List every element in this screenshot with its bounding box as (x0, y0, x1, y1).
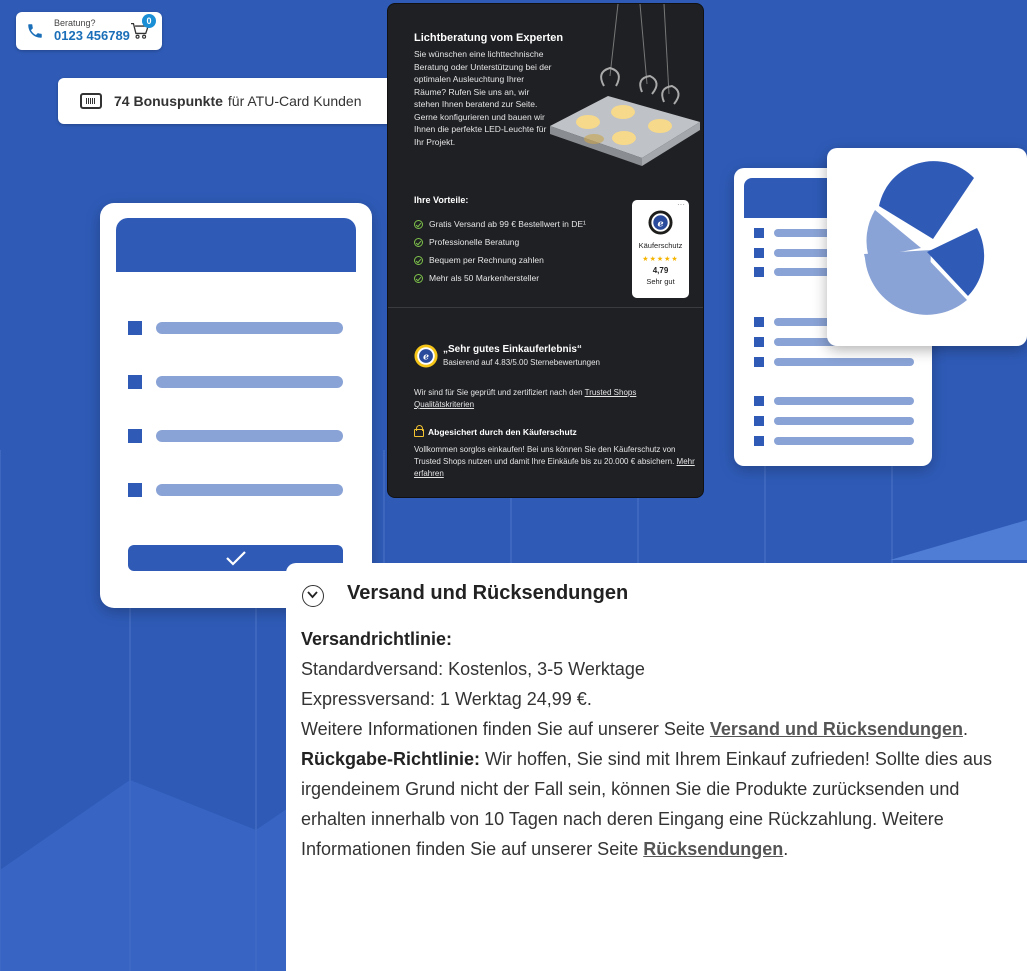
form-illustration-row (128, 321, 344, 335)
pie-chart-illustration (864, 161, 985, 315)
standard-shipping: Standardversand: Kostenlos, 3-5 Werktage (301, 659, 645, 679)
panel-divider (388, 307, 703, 308)
phone-number[interactable]: 0123 456789 (54, 29, 130, 43)
certification-prefix: Wir sind für Sie geprüft und zertifizier… (414, 388, 585, 397)
lock-icon (414, 425, 424, 437)
lamp-panel-description: Sie wünschen eine lichttechnische Beratu… (414, 49, 552, 147)
document-illustration-row (754, 436, 914, 446)
shipping-policy-heading: Versandrichtlinie: (301, 629, 453, 649)
review-quote: „Sehr gutes Einkauferlebnis“ (443, 344, 582, 355)
return-policy-heading: Rückgabe-Richtlinie: (301, 749, 481, 769)
form-illustration-row (128, 375, 344, 389)
shipping-more-info: Weitere Informationen finden Sie auf uns… (301, 714, 1013, 744)
benefit-text: Gratis Versand ab 99 € Bestellwert in DE… (429, 219, 586, 229)
benefit-text: Mehr als 50 Markenhersteller (429, 273, 540, 283)
check-circle-icon (414, 219, 423, 229)
checkmark-icon (225, 551, 246, 566)
lamp-consultation-panel: Lichtberatung vom Experten Sie wünschen … (387, 3, 704, 498)
consultation-text: Beratung? 0123 456789 (54, 18, 130, 43)
document-illustration-row (754, 357, 914, 367)
benefit-item: Bequem per Rechnung zahlen (414, 255, 544, 265)
form-illustration-card (100, 203, 372, 608)
benefit-item: Professionelle Beratung (414, 237, 519, 247)
svg-text:e: e (657, 218, 663, 229)
returns-link[interactable]: Rücksendungen (643, 839, 783, 859)
chevron-down-icon (307, 591, 318, 599)
form-illustration-header (116, 218, 356, 272)
shipping-more-info-prefix: Weitere Informationen finden Sie auf uns… (301, 719, 710, 739)
bonus-points-suffix: für ATU-Card Kunden (227, 93, 362, 109)
check-circle-icon (414, 273, 423, 283)
shipping-returns-link[interactable]: Versand und Rücksendungen (710, 719, 963, 739)
benefit-item: Mehr als 50 Markenhersteller (414, 273, 539, 283)
document-illustration-row (754, 416, 914, 426)
shipping-more-info-suffix: . (962, 719, 968, 739)
buyer-protection-label: Käuferschutz (638, 241, 683, 250)
form-illustration-row (128, 429, 344, 443)
return-policy: Rückgabe-Richtlinie: Wir hoffen, Sie sin… (301, 744, 1013, 864)
buyer-protection-heading-text: Abgesichert durch den Käuferschutz (428, 427, 577, 437)
document-illustration-row (754, 396, 914, 406)
bonus-points-bar: 74 Bonuspunkte für ATU-Card Kunden (58, 78, 394, 124)
certification-text: Wir sind für Sie geprüft und zertifizier… (414, 387, 694, 411)
card-icon (80, 93, 102, 109)
lamp-product-image (550, 4, 700, 166)
consultation-contact[interactable]: Beratung? 0123 456789 0 (16, 12, 162, 50)
benefit-item: Gratis Versand ab 99 € Bestellwert in DE… (414, 219, 586, 229)
shipping-returns-title[interactable]: Versand und Rücksendungen (347, 582, 628, 605)
trusted-shops-logo-icon: e (414, 344, 438, 368)
check-circle-icon (414, 255, 423, 265)
pie-illustration-card (827, 148, 1027, 346)
check-circle-icon (414, 237, 423, 247)
accordion-toggle[interactable] (302, 585, 324, 607)
buyer-protection-text: Vollkommen sorglos einkaufen! Bei uns kö… (414, 444, 699, 480)
cart-count-badge: 0 (142, 14, 156, 28)
rating-text: Sehr gut (646, 277, 675, 286)
rating-stars: ★★★★★ (642, 256, 679, 263)
buyer-protection-body: Vollkommen sorglos einkaufen! Bei uns kö… (414, 445, 677, 466)
benefits-heading: Ihre Vorteile: (414, 195, 469, 205)
bonus-points-value: 74 Bonuspunkte (114, 93, 223, 109)
phone-icon (28, 24, 42, 38)
shipping-returns-body: Versandrichtlinie: Standardversand: Kost… (301, 624, 1013, 864)
benefit-text: Bequem per Rechnung zahlen (429, 255, 544, 265)
badge-menu-icon[interactable]: ··· (677, 200, 685, 209)
trusted-shops-logo-icon: e (648, 210, 673, 235)
rating-score: 4,79 (652, 266, 669, 275)
return-policy-suffix: . (783, 839, 789, 859)
lamp-panel-title: Lichtberatung vom Experten (414, 32, 564, 44)
review-basis: Basierend auf 4.83/5.00 Sternebewertunge… (443, 358, 601, 367)
express-shipping: Expressversand: 1 Werktag 24,99 €. (301, 689, 592, 709)
buyer-protection-heading: Abgesichert durch den Käuferschutz (414, 425, 577, 437)
trusted-shops-badge[interactable]: ··· e Käuferschutz ★★★★★ 4,79 Sehr gut (632, 200, 689, 298)
benefit-text: Professionelle Beratung (429, 237, 520, 247)
form-illustration-row (128, 483, 344, 497)
svg-text:e: e (423, 352, 429, 363)
shipping-returns-panel: Versand und Rücksendungen Versandrichtli… (286, 563, 1027, 971)
